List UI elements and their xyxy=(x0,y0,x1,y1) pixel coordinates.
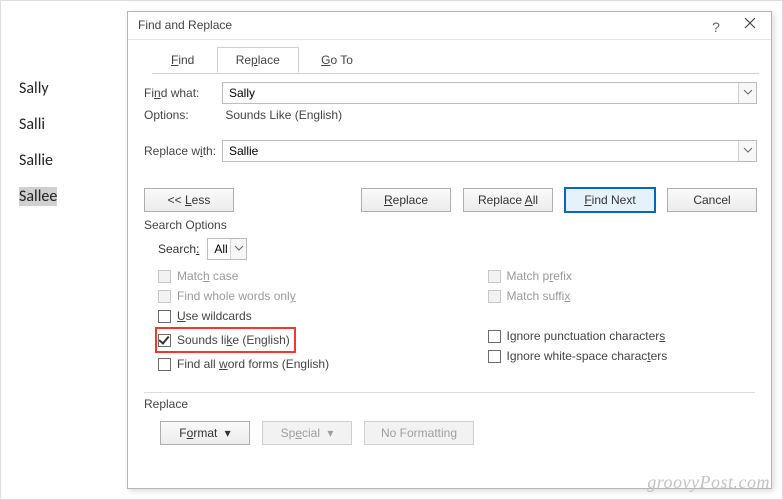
doc-word: Sallee xyxy=(19,179,57,215)
check-ignore-punctuation[interactable]: Ignore punctuation characters xyxy=(488,326,758,346)
replace-all-button[interactable]: Replace All xyxy=(463,188,553,212)
replace-button[interactable]: Replace xyxy=(361,188,451,212)
less-button[interactable]: << Less xyxy=(144,188,234,212)
dialog-titlebar: Find and Replace ? xyxy=(128,12,771,40)
doc-word: Salli xyxy=(19,107,57,143)
check-whole-words: Find whole words only xyxy=(158,286,428,306)
replace-with-label: Replace with: xyxy=(142,144,222,158)
check-match-suffix: Match suffix xyxy=(488,286,758,306)
special-button[interactable]: Special ▾ xyxy=(262,421,352,445)
document-text: Sally Salli Sallie Sallee xyxy=(19,71,57,215)
chevron-down-icon xyxy=(743,89,753,97)
find-next-button[interactable]: Find Next xyxy=(565,188,655,212)
dialog-title: Find and Replace xyxy=(138,18,232,32)
no-formatting-button[interactable]: No Formatting xyxy=(364,421,474,445)
check-use-wildcards[interactable]: Use wildcards xyxy=(158,306,428,326)
tab-replace[interactable]: Replace xyxy=(217,47,299,73)
find-what-input[interactable] xyxy=(222,82,757,104)
replace-with-input[interactable] xyxy=(222,140,757,162)
chevron-down-icon xyxy=(743,147,753,155)
format-button[interactable]: Format ▾ xyxy=(160,421,250,445)
find-replace-dialog: Find and Replace ? Find Replace Go To Fi… xyxy=(127,11,772,489)
close-button[interactable] xyxy=(737,16,763,38)
search-direction-select[interactable]: All xyxy=(207,238,247,260)
check-sounds-like[interactable]: Sounds like (English) xyxy=(158,330,290,350)
check-match-prefix: Match prefix xyxy=(488,266,758,286)
help-button[interactable]: ? xyxy=(703,16,729,38)
find-what-dropdown[interactable] xyxy=(738,83,756,103)
tab-find[interactable]: Find xyxy=(152,47,213,72)
check-ignore-whitespace[interactable]: Ignore white-space characters xyxy=(488,346,758,366)
doc-word: Sallie xyxy=(19,143,57,179)
search-options-title: Search Options xyxy=(142,218,757,232)
close-icon xyxy=(744,17,756,29)
cancel-button[interactable]: Cancel xyxy=(667,188,757,212)
tab-bar: Find Replace Go To xyxy=(152,46,771,74)
tab-goto[interactable]: Go To xyxy=(302,47,372,72)
options-value: Sounds Like (English) xyxy=(225,108,342,122)
replace-section-title: Replace xyxy=(142,397,757,411)
search-direction-label: Search: xyxy=(158,242,199,256)
find-what-label: Find what: xyxy=(142,86,222,100)
check-match-case: Match case xyxy=(158,266,428,286)
check-all-word-forms[interactable]: Find all word forms (English) xyxy=(158,354,428,374)
replace-with-dropdown[interactable] xyxy=(738,141,756,161)
doc-word: Sally xyxy=(19,71,57,107)
options-label: Options: xyxy=(142,108,222,122)
